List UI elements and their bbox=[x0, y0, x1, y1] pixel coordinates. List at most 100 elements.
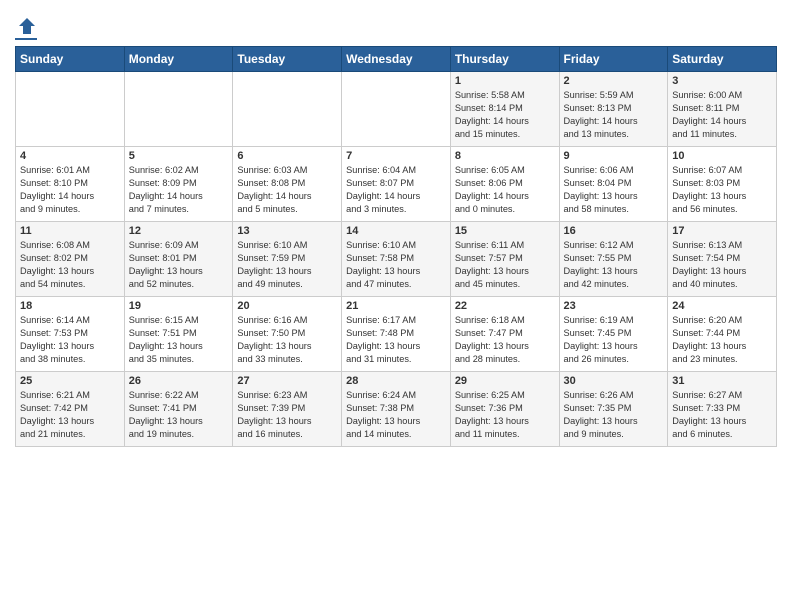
weekday-header-row: SundayMondayTuesdayWednesdayThursdayFrid… bbox=[16, 47, 777, 72]
calendar-cell: 9 Sunrise: 6:06 AM Sunset: 8:04 PM Daylig… bbox=[559, 147, 668, 222]
calendar-cell: 25 Sunrise: 6:21 AM Sunset: 7:42 PM Dayli… bbox=[16, 372, 125, 447]
day-info: Sunrise: 6:25 AM Sunset: 7:36 PM Dayligh… bbox=[455, 389, 555, 441]
weekday-header-thursday: Thursday bbox=[450, 47, 559, 72]
day-info: Sunrise: 6:18 AM Sunset: 7:47 PM Dayligh… bbox=[455, 314, 555, 366]
day-info: Sunrise: 6:11 AM Sunset: 7:57 PM Dayligh… bbox=[455, 239, 555, 291]
day-number: 19 bbox=[129, 300, 229, 312]
calendar-cell: 11 Sunrise: 6:08 AM Sunset: 8:02 PM Dayli… bbox=[16, 222, 125, 297]
day-info: Sunrise: 6:24 AM Sunset: 7:38 PM Dayligh… bbox=[346, 389, 446, 441]
day-info: Sunrise: 6:21 AM Sunset: 7:42 PM Dayligh… bbox=[20, 389, 120, 441]
calendar-cell: 21 Sunrise: 6:17 AM Sunset: 7:48 PM Dayli… bbox=[342, 297, 451, 372]
calendar-cell: 22 Sunrise: 6:18 AM Sunset: 7:47 PM Dayli… bbox=[450, 297, 559, 372]
calendar-row-2: 4 Sunrise: 6:01 AM Sunset: 8:10 PM Daylig… bbox=[16, 147, 777, 222]
day-info: Sunrise: 6:02 AM Sunset: 8:09 PM Dayligh… bbox=[129, 164, 229, 216]
day-info: Sunrise: 6:23 AM Sunset: 7:39 PM Dayligh… bbox=[237, 389, 337, 441]
day-info: Sunrise: 6:01 AM Sunset: 8:10 PM Dayligh… bbox=[20, 164, 120, 216]
weekday-header-sunday: Sunday bbox=[16, 47, 125, 72]
calendar-cell: 15 Sunrise: 6:11 AM Sunset: 7:57 PM Dayli… bbox=[450, 222, 559, 297]
page-header bbox=[15, 10, 777, 40]
day-number: 29 bbox=[455, 375, 555, 387]
day-number: 26 bbox=[129, 375, 229, 387]
calendar-cell: 23 Sunrise: 6:19 AM Sunset: 7:45 PM Dayli… bbox=[559, 297, 668, 372]
day-info: Sunrise: 6:20 AM Sunset: 7:44 PM Dayligh… bbox=[672, 314, 772, 366]
calendar-cell bbox=[233, 72, 342, 147]
calendar-cell: 12 Sunrise: 6:09 AM Sunset: 8:01 PM Dayli… bbox=[124, 222, 233, 297]
day-number: 22 bbox=[455, 300, 555, 312]
day-number: 27 bbox=[237, 375, 337, 387]
day-info: Sunrise: 6:05 AM Sunset: 8:06 PM Dayligh… bbox=[455, 164, 555, 216]
calendar-cell: 28 Sunrise: 6:24 AM Sunset: 7:38 PM Dayli… bbox=[342, 372, 451, 447]
day-number: 2 bbox=[564, 75, 664, 87]
weekday-header-wednesday: Wednesday bbox=[342, 47, 451, 72]
day-info: Sunrise: 6:13 AM Sunset: 7:54 PM Dayligh… bbox=[672, 239, 772, 291]
calendar-cell: 16 Sunrise: 6:12 AM Sunset: 7:55 PM Dayli… bbox=[559, 222, 668, 297]
logo bbox=[15, 16, 37, 40]
day-number: 9 bbox=[564, 150, 664, 162]
day-info: Sunrise: 6:09 AM Sunset: 8:01 PM Dayligh… bbox=[129, 239, 229, 291]
day-info: Sunrise: 5:58 AM Sunset: 8:14 PM Dayligh… bbox=[455, 89, 555, 141]
day-number: 4 bbox=[20, 150, 120, 162]
calendar-cell: 19 Sunrise: 6:15 AM Sunset: 7:51 PM Dayli… bbox=[124, 297, 233, 372]
day-number: 15 bbox=[455, 225, 555, 237]
day-info: Sunrise: 6:27 AM Sunset: 7:33 PM Dayligh… bbox=[672, 389, 772, 441]
calendar-cell: 26 Sunrise: 6:22 AM Sunset: 7:41 PM Dayli… bbox=[124, 372, 233, 447]
day-info: Sunrise: 6:19 AM Sunset: 7:45 PM Dayligh… bbox=[564, 314, 664, 366]
day-info: Sunrise: 6:10 AM Sunset: 7:59 PM Dayligh… bbox=[237, 239, 337, 291]
calendar-row-5: 25 Sunrise: 6:21 AM Sunset: 7:42 PM Dayli… bbox=[16, 372, 777, 447]
day-number: 18 bbox=[20, 300, 120, 312]
day-number: 10 bbox=[672, 150, 772, 162]
weekday-header-monday: Monday bbox=[124, 47, 233, 72]
day-number: 28 bbox=[346, 375, 446, 387]
day-number: 6 bbox=[237, 150, 337, 162]
day-info: Sunrise: 6:04 AM Sunset: 8:07 PM Dayligh… bbox=[346, 164, 446, 216]
calendar-row-1: 1 Sunrise: 5:58 AM Sunset: 8:14 PM Daylig… bbox=[16, 72, 777, 147]
calendar-cell: 18 Sunrise: 6:14 AM Sunset: 7:53 PM Dayli… bbox=[16, 297, 125, 372]
calendar-row-3: 11 Sunrise: 6:08 AM Sunset: 8:02 PM Dayli… bbox=[16, 222, 777, 297]
calendar-cell: 24Sunrise: 6:20 AM Sunset: 7:44 PM Dayli… bbox=[668, 297, 777, 372]
calendar-cell bbox=[124, 72, 233, 147]
day-info: Sunrise: 6:08 AM Sunset: 8:02 PM Dayligh… bbox=[20, 239, 120, 291]
day-info: Sunrise: 6:22 AM Sunset: 7:41 PM Dayligh… bbox=[129, 389, 229, 441]
day-number: 17 bbox=[672, 225, 772, 237]
logo-icon bbox=[17, 16, 37, 36]
calendar-cell: 10Sunrise: 6:07 AM Sunset: 8:03 PM Dayli… bbox=[668, 147, 777, 222]
day-info: Sunrise: 6:15 AM Sunset: 7:51 PM Dayligh… bbox=[129, 314, 229, 366]
calendar-cell bbox=[342, 72, 451, 147]
calendar-cell: 4 Sunrise: 6:01 AM Sunset: 8:10 PM Daylig… bbox=[16, 147, 125, 222]
weekday-header-saturday: Saturday bbox=[668, 47, 777, 72]
calendar-cell: 14Sunrise: 6:10 AM Sunset: 7:58 PM Dayli… bbox=[342, 222, 451, 297]
day-number: 23 bbox=[564, 300, 664, 312]
day-number: 13 bbox=[237, 225, 337, 237]
day-info: Sunrise: 6:26 AM Sunset: 7:35 PM Dayligh… bbox=[564, 389, 664, 441]
day-number: 1 bbox=[455, 75, 555, 87]
day-info: Sunrise: 6:12 AM Sunset: 7:55 PM Dayligh… bbox=[564, 239, 664, 291]
day-info: Sunrise: 6:17 AM Sunset: 7:48 PM Dayligh… bbox=[346, 314, 446, 366]
calendar-cell: 6 Sunrise: 6:03 AM Sunset: 8:08 PM Daylig… bbox=[233, 147, 342, 222]
day-info: Sunrise: 6:14 AM Sunset: 7:53 PM Dayligh… bbox=[20, 314, 120, 366]
day-info: Sunrise: 6:03 AM Sunset: 8:08 PM Dayligh… bbox=[237, 164, 337, 216]
day-number: 14 bbox=[346, 225, 446, 237]
day-number: 5 bbox=[129, 150, 229, 162]
calendar-cell: 29 Sunrise: 6:25 AM Sunset: 7:36 PM Dayli… bbox=[450, 372, 559, 447]
day-number: 25 bbox=[20, 375, 120, 387]
day-info: Sunrise: 6:16 AM Sunset: 7:50 PM Dayligh… bbox=[237, 314, 337, 366]
day-number: 7 bbox=[346, 150, 446, 162]
day-number: 11 bbox=[20, 225, 120, 237]
weekday-header-friday: Friday bbox=[559, 47, 668, 72]
day-number: 12 bbox=[129, 225, 229, 237]
day-number: 31 bbox=[672, 375, 772, 387]
calendar-cell: 5 Sunrise: 6:02 AM Sunset: 8:09 PM Daylig… bbox=[124, 147, 233, 222]
calendar-cell: 3 Sunrise: 6:00 AM Sunset: 8:11 PM Daylig… bbox=[668, 72, 777, 147]
day-number: 30 bbox=[564, 375, 664, 387]
day-info: Sunrise: 6:06 AM Sunset: 8:04 PM Dayligh… bbox=[564, 164, 664, 216]
calendar-cell: 7 Sunrise: 6:04 AM Sunset: 8:07 PM Daylig… bbox=[342, 147, 451, 222]
day-number: 3 bbox=[672, 75, 772, 87]
day-number: 20 bbox=[237, 300, 337, 312]
day-number: 21 bbox=[346, 300, 446, 312]
day-info: Sunrise: 6:00 AM Sunset: 8:11 PM Dayligh… bbox=[672, 89, 772, 141]
calendar-cell: 20 Sunrise: 6:16 AM Sunset: 7:50 PM Dayli… bbox=[233, 297, 342, 372]
day-number: 16 bbox=[564, 225, 664, 237]
calendar-row-4: 18 Sunrise: 6:14 AM Sunset: 7:53 PM Dayli… bbox=[16, 297, 777, 372]
day-number: 8 bbox=[455, 150, 555, 162]
weekday-header-tuesday: Tuesday bbox=[233, 47, 342, 72]
